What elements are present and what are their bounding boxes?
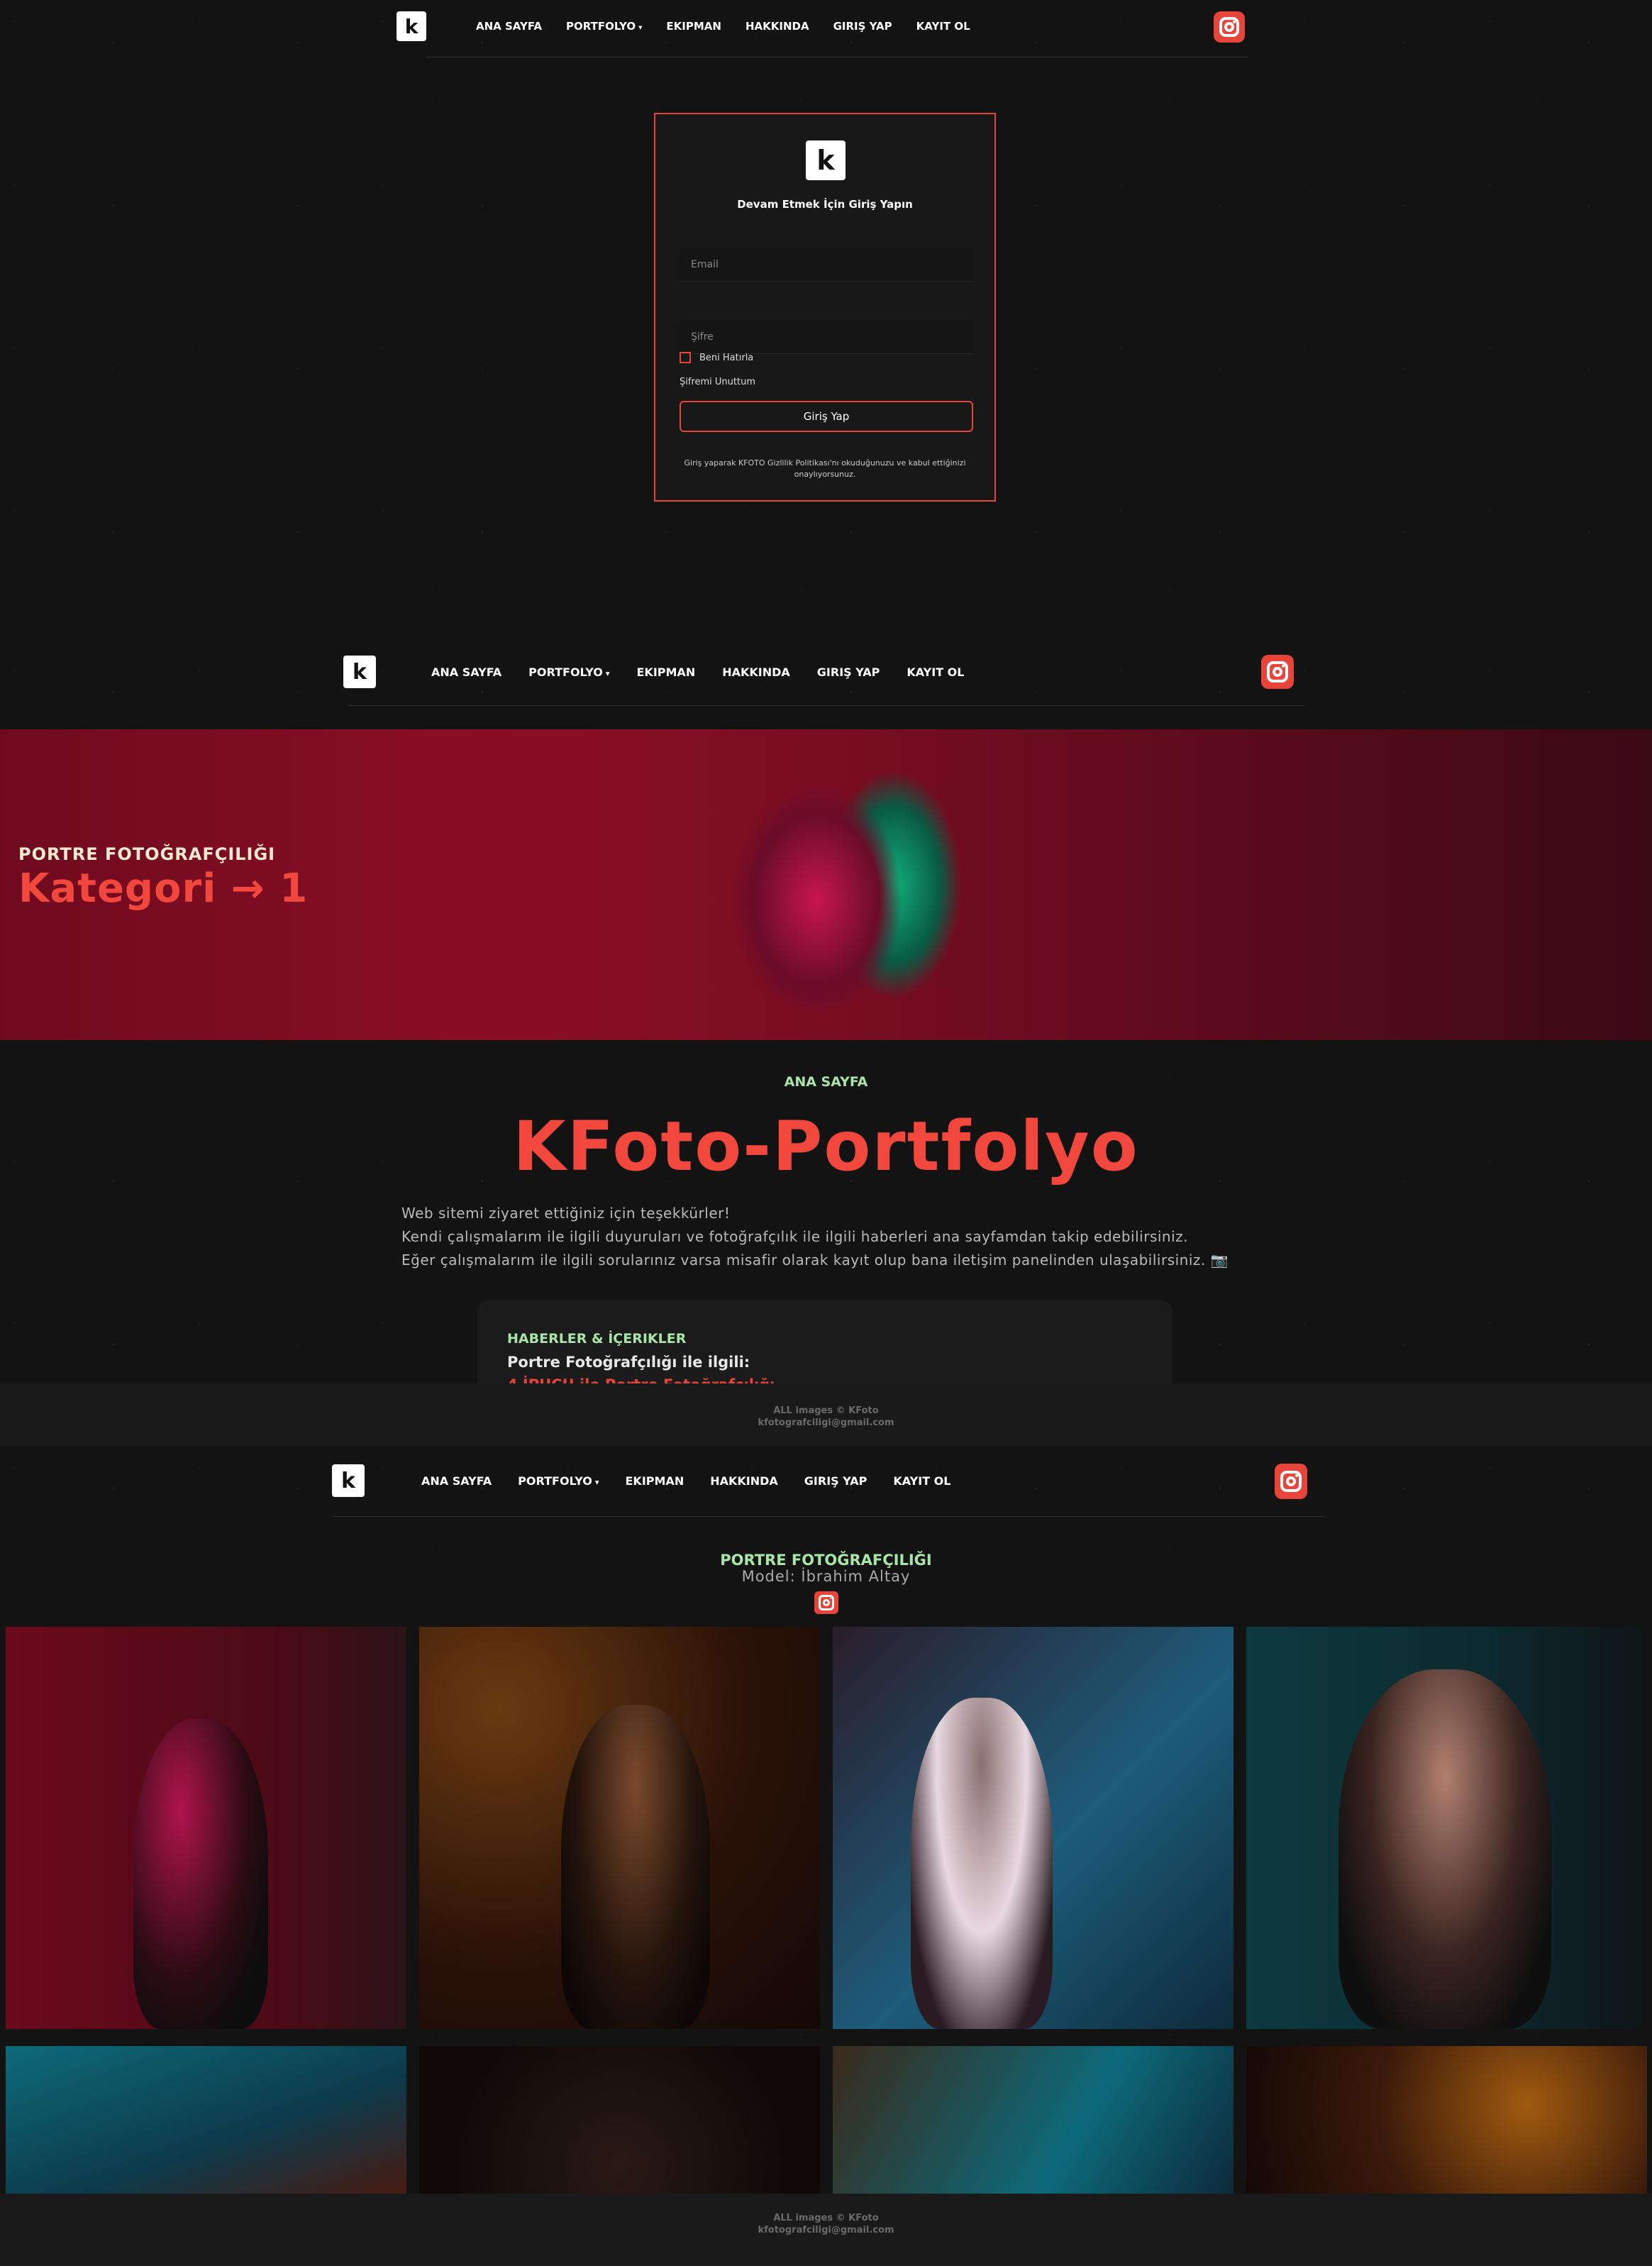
nav-links: ANA SAYFA PORTFOLYO ▾ EKIPMAN HAKKINDA GI… <box>431 665 964 679</box>
site-logo[interactable]: k <box>343 656 376 688</box>
welcome-text: Web sitemi ziyaret ettiğiniz için teşekk… <box>401 1202 1229 1272</box>
chevron-down-icon: ▾ <box>638 23 643 32</box>
portrait-subject <box>911 1698 1053 2029</box>
camera-glyph <box>819 1595 834 1610</box>
nav-register[interactable]: KAYIT OL <box>893 1474 950 1488</box>
login-title: Devam Etmek İçin Giriş Yapın <box>737 198 913 211</box>
gallery-photo[interactable] <box>419 1627 820 2029</box>
footer-email[interactable]: kfotografciligi@gmail.com <box>0 1417 1652 1429</box>
nav-home[interactable]: ANA SAYFA <box>421 1474 492 1488</box>
login-button[interactable]: Giriş Yap <box>680 401 973 432</box>
gallery-photo[interactable] <box>833 2046 1234 2195</box>
nav-equipment[interactable]: EKIPMAN <box>666 20 721 33</box>
welcome-line: Kendi çalışmalarım ile ilgili duyuruları… <box>401 1228 1189 1245</box>
gallery-photo[interactable] <box>419 2046 820 2195</box>
chevron-down-icon: ▾ <box>594 1477 599 1487</box>
camera-glyph <box>1280 1471 1302 1492</box>
nav-home[interactable]: ANA SAYFA <box>431 665 501 679</box>
news-heading: HABERLER & İÇERIKLER <box>507 1331 687 1347</box>
site-logo[interactable]: k <box>397 11 426 41</box>
top-navbar: k ANA SAYFA PORTFOLYO ▾ EKIPMAN HAKKINDA … <box>332 1464 950 1497</box>
top-navbar: k ANA SAYFA PORTFOLYO ▾ EKIPMAN HAKKINDA … <box>397 11 970 41</box>
remember-me[interactable]: Beni Hatırla <box>680 352 753 363</box>
email-field[interactable]: Email <box>680 248 973 282</box>
chevron-down-icon: ▾ <box>605 668 610 678</box>
footer: ALL images © KFoto kfotografciligi@gmail… <box>0 2194 1652 2266</box>
news-subheading: Portre Fotoğrafçılığı ile ilgili: <box>507 1354 750 1371</box>
gallery-photo[interactable] <box>6 1627 406 2029</box>
nav-portfolio-dropdown[interactable]: PORTFOLYO ▾ <box>528 665 609 679</box>
instagram-icon[interactable] <box>1261 655 1294 689</box>
nav-login[interactable]: GIRIŞ YAP <box>833 20 892 33</box>
nav-portfolio-label: PORTFOLYO <box>565 20 636 33</box>
nav-portfolio-label: PORTFOLYO <box>518 1474 592 1488</box>
remember-checkbox[interactable] <box>680 352 691 363</box>
portfolio-category-title: PORTRE FOTOĞRAFÇILIĞI <box>720 1552 932 1569</box>
nav-login[interactable]: GIRIŞ YAP <box>804 1474 867 1488</box>
footer: ALL images © KFoto kfotografciligi@gmail… <box>0 1383 1652 1446</box>
hero-subtitle: PORTRE FOTOĞRAFÇILIĞI <box>18 844 276 864</box>
gallery-photo[interactable] <box>1246 1627 1647 2029</box>
welcome-line: Eğer çalışmalarım ile ilgili sorularınız… <box>401 1251 1229 1269</box>
login-card: k Devam Etmek İçin Giriş Yapın Email Şif… <box>654 113 996 502</box>
page-title: KFoto-Portfolyo <box>513 1107 1139 1186</box>
hero-banner: PORTRE FOTOĞRAFÇILIĞI Kategori → 1 <box>0 729 1652 1040</box>
nav-home[interactable]: ANA SAYFA <box>476 20 542 33</box>
gallery-photo[interactable] <box>833 1627 1234 2029</box>
portrait-subject <box>133 1719 268 2029</box>
forgot-password-link[interactable]: Şifremi Unuttum <box>680 377 755 387</box>
nav-equipment[interactable]: EKIPMAN <box>626 1474 684 1488</box>
portrait-subject <box>1338 1669 1551 2029</box>
footer-copyright: ALL images © KFoto <box>773 2213 879 2223</box>
remember-label: Beni Hatırla <box>699 352 754 363</box>
photo-gallery <box>6 1627 1647 2195</box>
nav-register[interactable]: KAYIT OL <box>907 665 964 679</box>
instagram-icon[interactable] <box>814 1591 838 1614</box>
page-breadcrumb: ANA SAYFA <box>784 1074 868 1090</box>
gallery-photo[interactable] <box>6 2046 406 2195</box>
nav-links: ANA SAYFA PORTFOLYO ▾ EKIPMAN HAKKINDA GI… <box>476 20 970 33</box>
portfolio-model-credit: Model: İbrahim Altay <box>741 1568 911 1585</box>
nav-register[interactable]: KAYIT OL <box>916 20 970 33</box>
site-logo[interactable]: k <box>332 1464 365 1497</box>
nav-portfolio-dropdown[interactable]: PORTFOLYO ▾ <box>566 20 642 33</box>
gallery-photo[interactable] <box>1246 2046 1647 2195</box>
nav-portfolio-label: PORTFOLYO <box>528 665 603 679</box>
instagram-icon[interactable] <box>1275 1464 1307 1499</box>
nav-about[interactable]: HAKKINDA <box>710 1474 778 1488</box>
nav-login[interactable]: GIRIŞ YAP <box>817 665 880 679</box>
footer-email[interactable]: kfotografciligi@gmail.com <box>0 2224 1652 2236</box>
camera-glyph <box>1267 661 1288 682</box>
hero-portrait-image <box>667 729 1000 1040</box>
login-logo: k <box>806 140 846 180</box>
nav-about[interactable]: HAKKINDA <box>745 20 809 33</box>
instagram-icon[interactable] <box>1214 11 1245 43</box>
nav-about[interactable]: HAKKINDA <box>722 665 790 679</box>
portrait-subject <box>561 1705 710 2029</box>
terms-text: Giriş yaparak KFOTO Gizlilik Politikası'… <box>684 458 966 479</box>
top-navbar: k ANA SAYFA PORTFOLYO ▾ EKIPMAN HAKKINDA … <box>343 656 964 688</box>
nav-divider <box>333 1516 1325 1517</box>
footer-copyright: ALL images © KFoto <box>773 1405 879 1416</box>
password-field[interactable]: Şifre <box>680 320 973 354</box>
nav-portfolio-dropdown[interactable]: PORTFOLYO ▾ <box>518 1474 599 1488</box>
hero-title[interactable]: Kategori → 1 <box>18 866 308 912</box>
nav-equipment[interactable]: EKIPMAN <box>637 665 696 679</box>
nav-divider <box>348 705 1305 706</box>
welcome-line: Web sitemi ziyaret ettiğiniz için teşekk… <box>401 1205 731 1222</box>
camera-glyph <box>1219 17 1239 37</box>
nav-links: ANA SAYFA PORTFOLYO ▾ EKIPMAN HAKKINDA GI… <box>421 1474 950 1488</box>
